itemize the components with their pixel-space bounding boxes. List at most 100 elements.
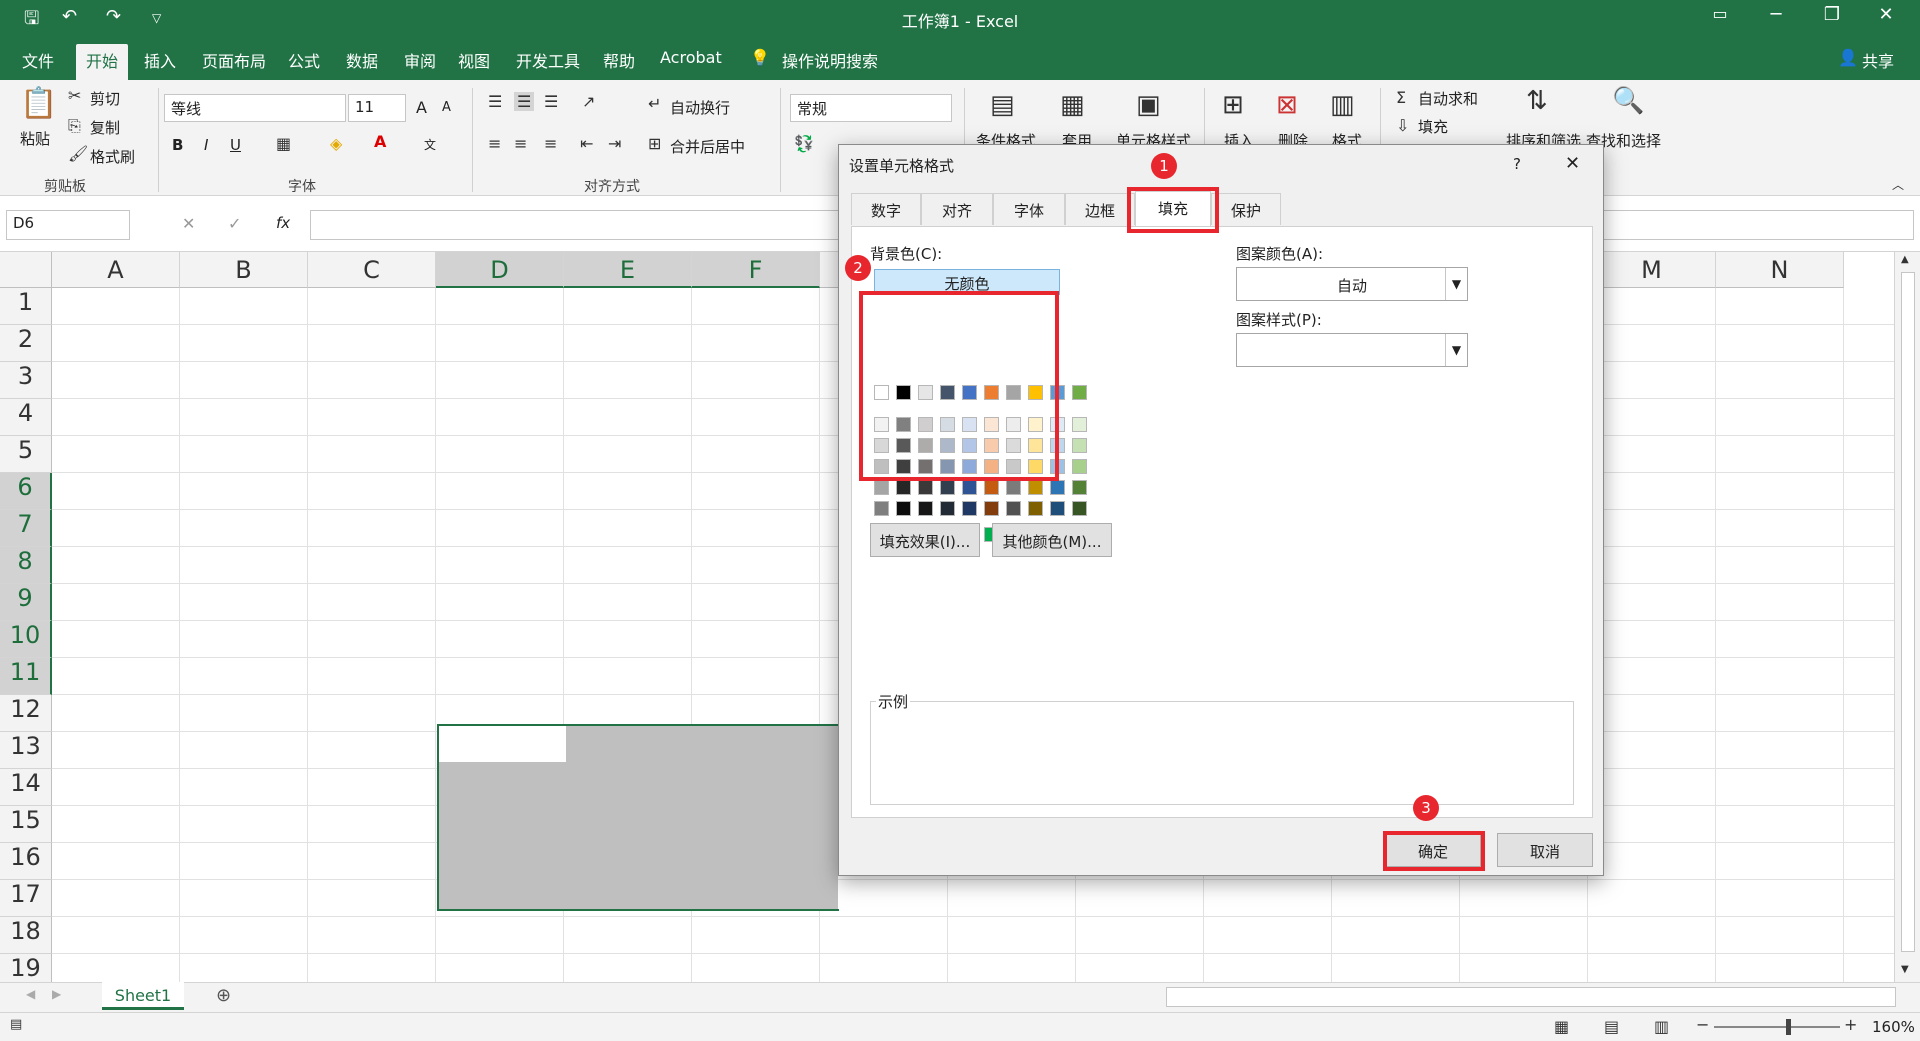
grow-font-button[interactable]: A xyxy=(416,98,427,117)
row-header-11[interactable]: 11 xyxy=(0,658,52,695)
tab-acrobat[interactable]: Acrobat xyxy=(660,48,722,67)
prev-sheet-icon[interactable]: ◀ xyxy=(26,987,35,1001)
row-header-18[interactable]: 18 xyxy=(0,917,52,954)
theme-color-swatch[interactable] xyxy=(1072,385,1087,400)
tab-alignment[interactable]: 对齐 xyxy=(921,193,993,225)
column-header-c[interactable]: C xyxy=(308,252,436,288)
scroll-thumb[interactable] xyxy=(1901,272,1915,952)
theme-shade-swatch[interactable] xyxy=(874,501,889,516)
name-box[interactable]: D6 xyxy=(6,210,130,240)
theme-shade-swatch[interactable] xyxy=(1028,501,1043,516)
column-header-d[interactable]: D xyxy=(436,252,564,288)
row-header-19[interactable]: 19 xyxy=(0,954,52,982)
ribbon-display-icon[interactable]: ▭ xyxy=(1700,4,1740,23)
row-header-17[interactable]: 17 xyxy=(0,880,52,917)
share-button[interactable]: 共享 xyxy=(1862,48,1894,72)
theme-shade-swatch[interactable] xyxy=(896,501,911,516)
row-header-14[interactable]: 14 xyxy=(0,769,52,806)
tab-insert[interactable]: 插入 xyxy=(144,48,176,72)
cancel-entry-icon[interactable]: ✕ xyxy=(182,214,195,233)
align-right-icon[interactable]: ≡ xyxy=(544,134,557,153)
zoom-out-icon[interactable]: − xyxy=(1696,1015,1709,1034)
tab-page-layout[interactable]: 页面布局 xyxy=(202,48,266,72)
row-header-9[interactable]: 9 xyxy=(0,584,52,621)
shrink-font-button[interactable]: A xyxy=(442,100,451,115)
row-header-6[interactable]: 6 xyxy=(0,473,52,510)
vertical-scrollbar[interactable]: ▲ ▼ xyxy=(1894,252,1920,982)
theme-shade-swatch[interactable] xyxy=(918,501,933,516)
tab-review[interactable]: 审阅 xyxy=(404,48,436,72)
currency-icon[interactable]: 💱 xyxy=(794,134,814,153)
tab-data[interactable]: 数据 xyxy=(346,48,378,72)
paste-button[interactable]: 粘贴 xyxy=(20,128,50,149)
theme-shade-swatch[interactable] xyxy=(984,501,999,516)
restore-icon[interactable]: ❐ xyxy=(1812,4,1852,25)
column-header-f[interactable]: F xyxy=(692,252,820,288)
insert-function-button[interactable]: fx xyxy=(276,214,290,232)
theme-shade-swatch[interactable] xyxy=(940,501,955,516)
more-colors-button[interactable]: 其他颜色(M)... xyxy=(992,523,1112,557)
zoom-slider-thumb[interactable] xyxy=(1786,1019,1791,1035)
normal-view-icon[interactable]: ▦ xyxy=(1554,1017,1569,1036)
row-header-1[interactable]: 1 xyxy=(0,288,52,325)
font-size-select[interactable]: 11 xyxy=(348,94,406,122)
theme-shade-swatch[interactable] xyxy=(1072,459,1087,474)
tab-file[interactable]: 文件 xyxy=(22,48,54,72)
fill-button[interactable]: 填充 xyxy=(1418,116,1448,137)
phonetic-button[interactable]: 文 xyxy=(424,136,436,153)
theme-shade-swatch[interactable] xyxy=(1028,480,1043,495)
tab-protection[interactable]: 保护 xyxy=(1211,193,1281,225)
row-header-8[interactable]: 8 xyxy=(0,547,52,584)
column-header-m[interactable]: M xyxy=(1588,252,1716,288)
wrap-text-button[interactable]: 自动换行 xyxy=(670,97,730,118)
minimize-icon[interactable]: ─ xyxy=(1756,4,1796,25)
column-header-b[interactable]: B xyxy=(180,252,308,288)
macro-record-icon[interactable]: ▤ xyxy=(10,1017,22,1032)
paste-icon[interactable]: 📋 xyxy=(20,86,57,121)
increase-indent-icon[interactable]: ⇥ xyxy=(608,134,621,153)
italic-button[interactable]: I xyxy=(204,136,208,154)
theme-shade-swatch[interactable] xyxy=(1072,438,1087,453)
font-color-icon[interactable]: A xyxy=(374,132,386,151)
theme-shade-swatch[interactable] xyxy=(984,480,999,495)
theme-shade-swatch[interactable] xyxy=(1072,417,1087,432)
row-header-3[interactable]: 3 xyxy=(0,362,52,399)
pattern-style-select[interactable]: ▼ xyxy=(1236,333,1468,367)
dialog-close-icon[interactable]: ✕ xyxy=(1565,153,1580,174)
help-button[interactable]: ? xyxy=(1513,155,1521,173)
row-header-5[interactable]: 5 xyxy=(0,436,52,473)
autosum-button[interactable]: 自动求和 xyxy=(1418,88,1478,109)
sheet-tab-sheet1[interactable]: Sheet1 xyxy=(102,982,184,1010)
font-name-select[interactable]: 等线 xyxy=(164,94,346,122)
column-header-n[interactable]: N xyxy=(1716,252,1844,288)
theme-shade-swatch[interactable] xyxy=(1050,480,1065,495)
next-sheet-icon[interactable]: ▶ xyxy=(52,987,61,1001)
copy-button[interactable]: 复制 xyxy=(90,117,120,138)
theme-shade-swatch[interactable] xyxy=(896,480,911,495)
borders-icon[interactable]: ▦ xyxy=(276,134,291,153)
add-sheet-icon[interactable]: ⊕ xyxy=(216,985,231,1006)
tab-home[interactable]: 开始 xyxy=(76,44,129,80)
underline-button[interactable]: U xyxy=(230,136,241,154)
tab-formulas[interactable]: 公式 xyxy=(288,48,320,72)
tab-border[interactable]: 边框 xyxy=(1065,193,1135,225)
tab-developer[interactable]: 开发工具 xyxy=(516,48,580,72)
zoom-level[interactable]: 160% xyxy=(1872,1018,1915,1036)
collapse-ribbon-icon[interactable]: ︿ xyxy=(1892,176,1904,193)
page-break-view-icon[interactable]: ▥ xyxy=(1654,1017,1669,1036)
close-icon[interactable]: ✕ xyxy=(1866,4,1906,25)
row-header-13[interactable]: 13 xyxy=(0,732,52,769)
row-header-2[interactable]: 2 xyxy=(0,325,52,362)
theme-shade-swatch[interactable] xyxy=(1006,480,1021,495)
row-header-15[interactable]: 15 xyxy=(0,806,52,843)
row-header-4[interactable]: 4 xyxy=(0,399,52,436)
theme-shade-swatch[interactable] xyxy=(940,480,955,495)
row-header-10[interactable]: 10 xyxy=(0,621,52,658)
theme-shade-swatch[interactable] xyxy=(1006,501,1021,516)
tab-number[interactable]: 数字 xyxy=(851,193,921,225)
fill-effects-button[interactable]: 填充效果(I)... xyxy=(870,523,980,557)
fill-color-icon[interactable]: ◈ xyxy=(330,134,342,153)
theme-shade-swatch[interactable] xyxy=(1072,501,1087,516)
tab-view[interactable]: 视图 xyxy=(458,48,490,72)
align-middle-icon[interactable]: ☰ xyxy=(514,92,535,111)
